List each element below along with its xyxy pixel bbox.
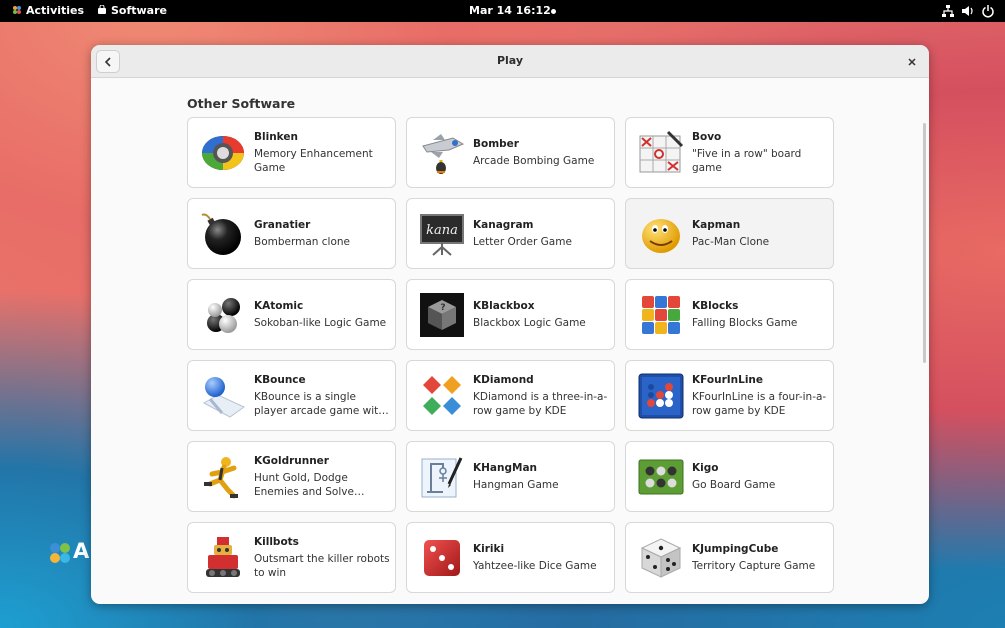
software-window: Play Other Software Blinken Memory Enhan… [91,45,929,604]
app-card-kigo[interactable]: Kigo Go Board Game [625,441,834,512]
app-description: KDiamond is a three-in-a-row game by KDE [473,391,608,417]
activities-button[interactable]: Activities [12,0,84,22]
notification-dot [551,0,556,22]
app-description: Territory Capture Game [692,560,816,572]
killbots-icon [206,537,240,577]
activities-label: Activities [26,4,85,17]
app-description: Bomberman clone [254,236,350,248]
blinken-icon [202,136,244,170]
app-description: "Five in a row" board game [692,148,802,174]
kgoldrunner-icon [204,457,238,499]
khangman-icon [421,457,463,498]
app-card-kblackbox[interactable]: ? KBlackbox Blackbox Logic Game [406,279,615,350]
app-card-kgoldrunner[interactable]: KGoldrunner Hunt Gold, Dodge Enemies and… [187,441,396,512]
app-description: Go Board Game [692,479,776,491]
app-description: Memory Enhancement Game [254,148,373,174]
desktop-logo-icon [50,543,70,563]
desktop-logo-text: A [73,539,90,563]
app-name: Killbots [254,536,299,548]
app-card-kblocks[interactable]: KBlocks Falling Blocks Game [625,279,834,350]
app-name: KDiamond [473,374,534,386]
app-name: KAtomic [254,300,304,312]
clock[interactable]: Mar 14 16:12 [469,0,551,22]
software-bag-icon [98,5,106,14]
katomic-icon [207,298,240,333]
app-name: Kanagram [473,219,534,231]
top-bar: Activities Software Mar 14 16:12 [0,0,1005,22]
kanagram-icon: kana [420,214,464,256]
app-name: KHangMan [473,462,538,474]
app-card-bomber[interactable]: Bomber Arcade Bombing Game [406,117,615,188]
app-name: Kigo [692,462,719,474]
power-icon[interactable] [981,4,995,18]
app-card-bovo[interactable]: Bovo "Five in a row" board game [625,117,834,188]
close-icon [908,58,916,66]
app-description: Pac-Man Clone [692,236,770,248]
section-title: Other Software [187,96,296,111]
app-card-kbounce[interactable]: KBounce KBounce is a single player arcad… [187,360,396,431]
granatier-icon [201,213,241,255]
app-description: Yahtzee-like Dice Game [473,560,597,572]
app-description: Falling Blocks Game [692,317,798,329]
app-name: Bovo [692,131,722,143]
app-description: Letter Order Game [473,236,572,248]
kbounce-icon [202,377,245,418]
app-card-kanagram[interactable]: kana Kanagram Letter Order Game [406,198,615,269]
desktop-logo: A [47,539,97,570]
kigo-icon [638,459,684,495]
app-description: Hangman Game [473,479,559,491]
app-name: Kapman [692,219,741,231]
app-name: Kiriki [473,543,505,555]
clock-label: Mar 14 16:12 [469,4,551,17]
app-card-granatier[interactable]: Granatier Bomberman clone [187,198,396,269]
kjumpingcube-icon [640,538,682,578]
app-name: KGoldrunner [254,455,329,467]
app-card-kapman[interactable]: Kapman Pac-Man Clone [625,198,834,269]
app-description: Hunt Gold, Dodge Enemies and Solve Puzzl… [254,472,354,498]
app-name: KBlackbox [473,300,535,312]
kblocks-icon [642,296,680,334]
kiriki-icon [424,540,460,576]
content-area: Other Software Blinken Memory Enhancemen… [91,79,929,604]
bomber-icon [422,134,465,174]
app-card-khangman[interactable]: KHangMan Hangman Game [406,441,615,512]
close-button[interactable] [904,54,920,70]
app-card-killbots[interactable]: Killbots Outsmart the killer robots to w… [187,522,396,593]
app-menu[interactable]: Software [97,0,167,22]
network-icon[interactable] [941,4,955,18]
bovo-icon [639,130,684,173]
app-name: Granatier [254,219,311,231]
svg-text:kana: kana [426,223,458,238]
header-bar: Play [91,45,929,78]
volume-icon[interactable] [961,4,975,18]
app-name: Blinken [254,131,298,143]
app-card-kiriki[interactable]: Kiriki Yahtzee-like Dice Game [406,522,615,593]
app-name: Bomber [473,138,519,150]
activities-icon [13,6,21,14]
app-name: KJumpingCube [692,543,779,555]
app-card-katomic[interactable]: KAtomic Sokoban-like Logic Game [187,279,396,350]
svg-text:?: ? [440,303,445,313]
app-description: KFourInLine is a four-in-a-row game by K… [692,391,827,417]
app-name: KFourInLine [692,374,764,386]
window-title: Play [496,54,524,67]
kfourinline-icon [638,373,684,419]
kapman-icon [642,219,680,253]
app-description: Sokoban-like Logic Game [254,317,387,329]
app-name: KBlocks [692,300,739,312]
app-description: Blackbox Logic Game [473,317,586,329]
app-card-kdiamond[interactable]: KDiamond KDiamond is a three-in-a-row ga… [406,360,615,431]
app-description: Outsmart the killer robots to win [254,553,390,579]
app-card-kjumpingcube[interactable]: KJumpingCube Territory Capture Game [625,522,834,593]
app-card-blinken[interactable]: Blinken Memory Enhancement Game [187,117,396,188]
app-card-kfourinline[interactable]: KFourInLine KFourInLine is a four-in-a-r… [625,360,834,431]
app-menu-label: Software [111,4,167,17]
app-name: KBounce [254,374,306,386]
scrollbar[interactable] [923,123,926,363]
app-description: Arcade Bombing Game [473,155,595,167]
app-description: KBounce is a single player arcade game w… [254,391,385,417]
kdiamond-icon [423,376,461,415]
kblackbox-icon: ? [420,293,464,337]
